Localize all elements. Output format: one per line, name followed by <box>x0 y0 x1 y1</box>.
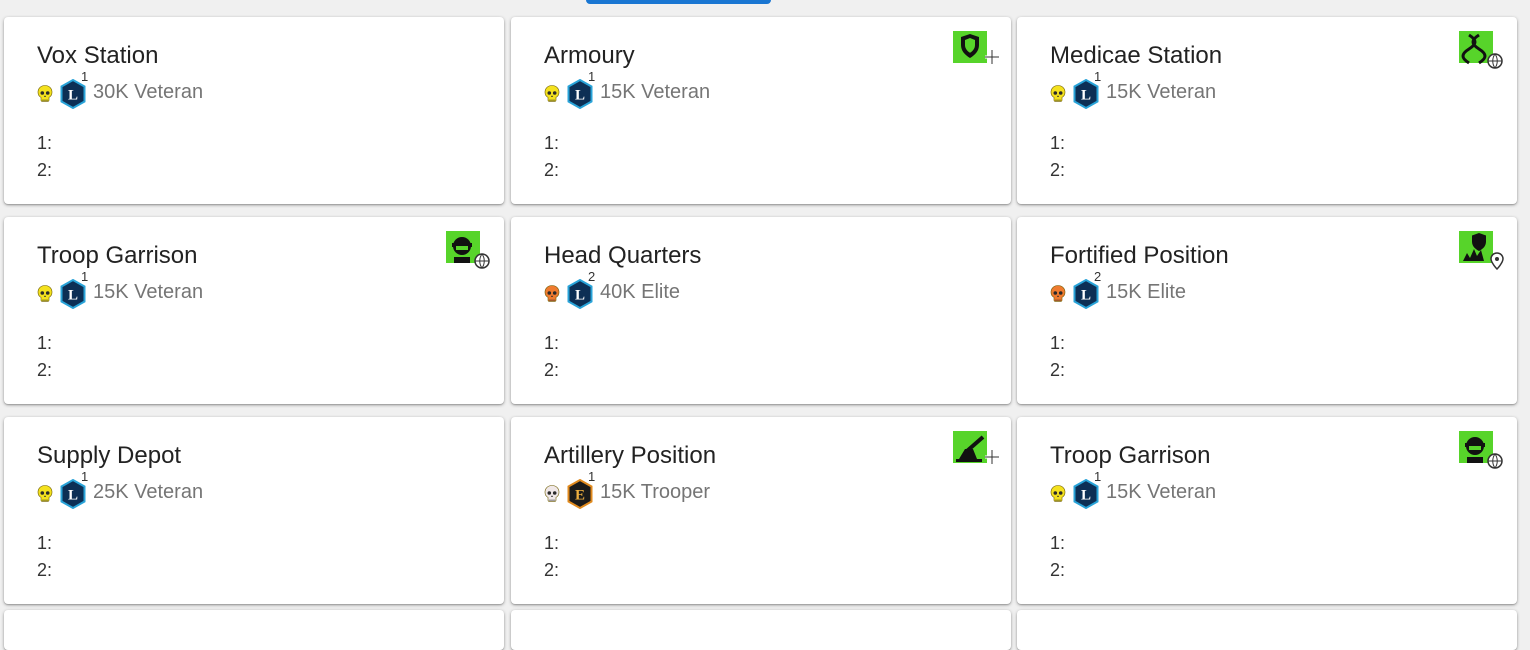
slot-1-label: 1: <box>544 133 560 153</box>
building-card[interactable]: Fortified Position L 2 15K Elite 1: 2: <box>1017 217 1517 404</box>
slot-2-label: 2: <box>37 160 53 180</box>
building-meta: L 1 15K Veteran <box>37 269 437 310</box>
building-meta: L 1 15K Veteran <box>544 69 944 110</box>
building-title: Troop Garrison <box>1050 442 1211 469</box>
skull-icon <box>544 85 560 103</box>
skull-icon <box>1050 485 1066 503</box>
building-meta: L 2 15K Elite <box>1050 269 1450 310</box>
building-card[interactable]: Troop Garrison L 1 15K Veteran 1: 2: <box>4 217 504 404</box>
building-meta: L 1 30K Veteran <box>37 69 437 110</box>
building-meta: L 1 15K Veteran <box>1050 69 1450 110</box>
svg-text:L: L <box>1081 488 1091 504</box>
slot-1-label: 1: <box>544 533 560 553</box>
rank-level: 1 <box>81 469 89 484</box>
slot-1-label: 1: <box>37 133 53 153</box>
svg-text:L: L <box>575 288 585 304</box>
card-partial[interactable] <box>1017 610 1517 650</box>
slot-2-label: 2: <box>544 560 560 580</box>
skull-icon <box>37 485 53 503</box>
slot-1-label: 1: <box>1050 333 1066 353</box>
slot-2-label: 2: <box>544 160 560 180</box>
slot-1-label: 1: <box>1050 133 1066 153</box>
skull-icon <box>544 485 560 503</box>
power-tier-text: 15K Trooper <box>600 481 711 503</box>
power-tier-text: 15K Veteran <box>600 81 711 103</box>
skull-icon <box>37 85 53 103</box>
building-title: Fortified Position <box>1050 242 1229 269</box>
slot-2-label: 2: <box>544 360 560 380</box>
slot-1-label: 1: <box>37 533 53 553</box>
svg-text:L: L <box>68 288 78 304</box>
building-title: Medicae Station <box>1050 42 1223 69</box>
slot-2-label: 2: <box>37 360 53 380</box>
slot-1-label: 1: <box>544 333 560 353</box>
building-title: Supply Depot <box>37 442 182 469</box>
power-tier-text: 30K Veteran <box>93 81 204 103</box>
building-title: Vox Station <box>37 42 159 69</box>
building-card[interactable]: Head Quarters L 2 40K Elite 1: 2: <box>511 217 1011 404</box>
building-title: Troop Garrison <box>37 242 198 269</box>
building-card[interactable]: Medicae Station L 1 15K Veteran 1: 2: <box>1017 17 1517 204</box>
skull-icon <box>1050 285 1066 303</box>
skull-icon <box>544 285 560 303</box>
power-tier-text: 15K Elite <box>1106 281 1187 303</box>
svg-text:L: L <box>68 488 78 504</box>
power-tier-text: 40K Elite <box>600 281 681 303</box>
building-card[interactable]: Armoury L 1 15K Veteran 1: 2: <box>511 17 1011 204</box>
rank-level: 1 <box>588 469 596 484</box>
building-title: Armoury <box>544 42 635 69</box>
svg-text:L: L <box>1081 288 1091 304</box>
skull-icon <box>37 285 53 303</box>
svg-text:L: L <box>575 88 585 104</box>
rank-level: 1 <box>588 69 596 84</box>
building-card[interactable]: Artillery Position E 1 15K Trooper 1: 2: <box>511 417 1011 604</box>
shield-blast-pin-icon <box>1459 231 1505 271</box>
dna-globe-icon <box>1459 31 1505 71</box>
skull-icon <box>1050 85 1066 103</box>
rank-level: 1 <box>1094 69 1102 84</box>
building-title: Artillery Position <box>544 442 717 469</box>
slot-2-label: 2: <box>1050 160 1066 180</box>
svg-text:L: L <box>68 88 78 104</box>
building-card[interactable]: Supply Depot L 1 25K Veteran 1: 2: <box>4 417 504 604</box>
svg-text:E: E <box>575 488 585 504</box>
rank-level: 2 <box>1094 269 1102 284</box>
trooper-globe-icon <box>1459 431 1505 471</box>
slot-2-label: 2: <box>1050 360 1066 380</box>
power-tier-text: 15K Veteran <box>1106 481 1217 503</box>
power-tier-text: 15K Veteran <box>1106 81 1217 103</box>
slot-2-label: 2: <box>1050 560 1066 580</box>
building-meta: L 1 15K Veteran <box>1050 469 1450 510</box>
rank-level: 1 <box>81 69 89 84</box>
slot-1-label: 1: <box>37 333 53 353</box>
slot-1-label: 1: <box>1050 533 1066 553</box>
building-meta: L 2 40K Elite <box>544 269 944 310</box>
card-partial[interactable] <box>511 610 1011 650</box>
rank-level: 1 <box>1094 469 1102 484</box>
rank-level: 2 <box>588 269 596 284</box>
building-card[interactable]: Troop Garrison L 1 15K Veteran 1: 2: <box>1017 417 1517 604</box>
svg-text:L: L <box>1081 88 1091 104</box>
building-title: Head Quarters <box>544 242 702 269</box>
building-meta: L 1 25K Veteran <box>37 469 437 510</box>
trooper-globe-icon <box>446 231 492 271</box>
building-card[interactable]: Vox Station L 1 30K Veteran 1: 2: <box>4 17 504 204</box>
power-tier-text: 15K Veteran <box>93 281 204 303</box>
slot-2-label: 2: <box>37 560 53 580</box>
building-meta: E 1 15K Trooper <box>544 469 944 510</box>
top-action-button[interactable] <box>586 0 771 4</box>
shield-plus-icon <box>953 31 999 71</box>
artillery-plus-icon <box>953 431 999 471</box>
power-tier-text: 25K Veteran <box>93 481 204 503</box>
card-partial[interactable] <box>4 610 504 650</box>
rank-level: 1 <box>81 269 89 284</box>
